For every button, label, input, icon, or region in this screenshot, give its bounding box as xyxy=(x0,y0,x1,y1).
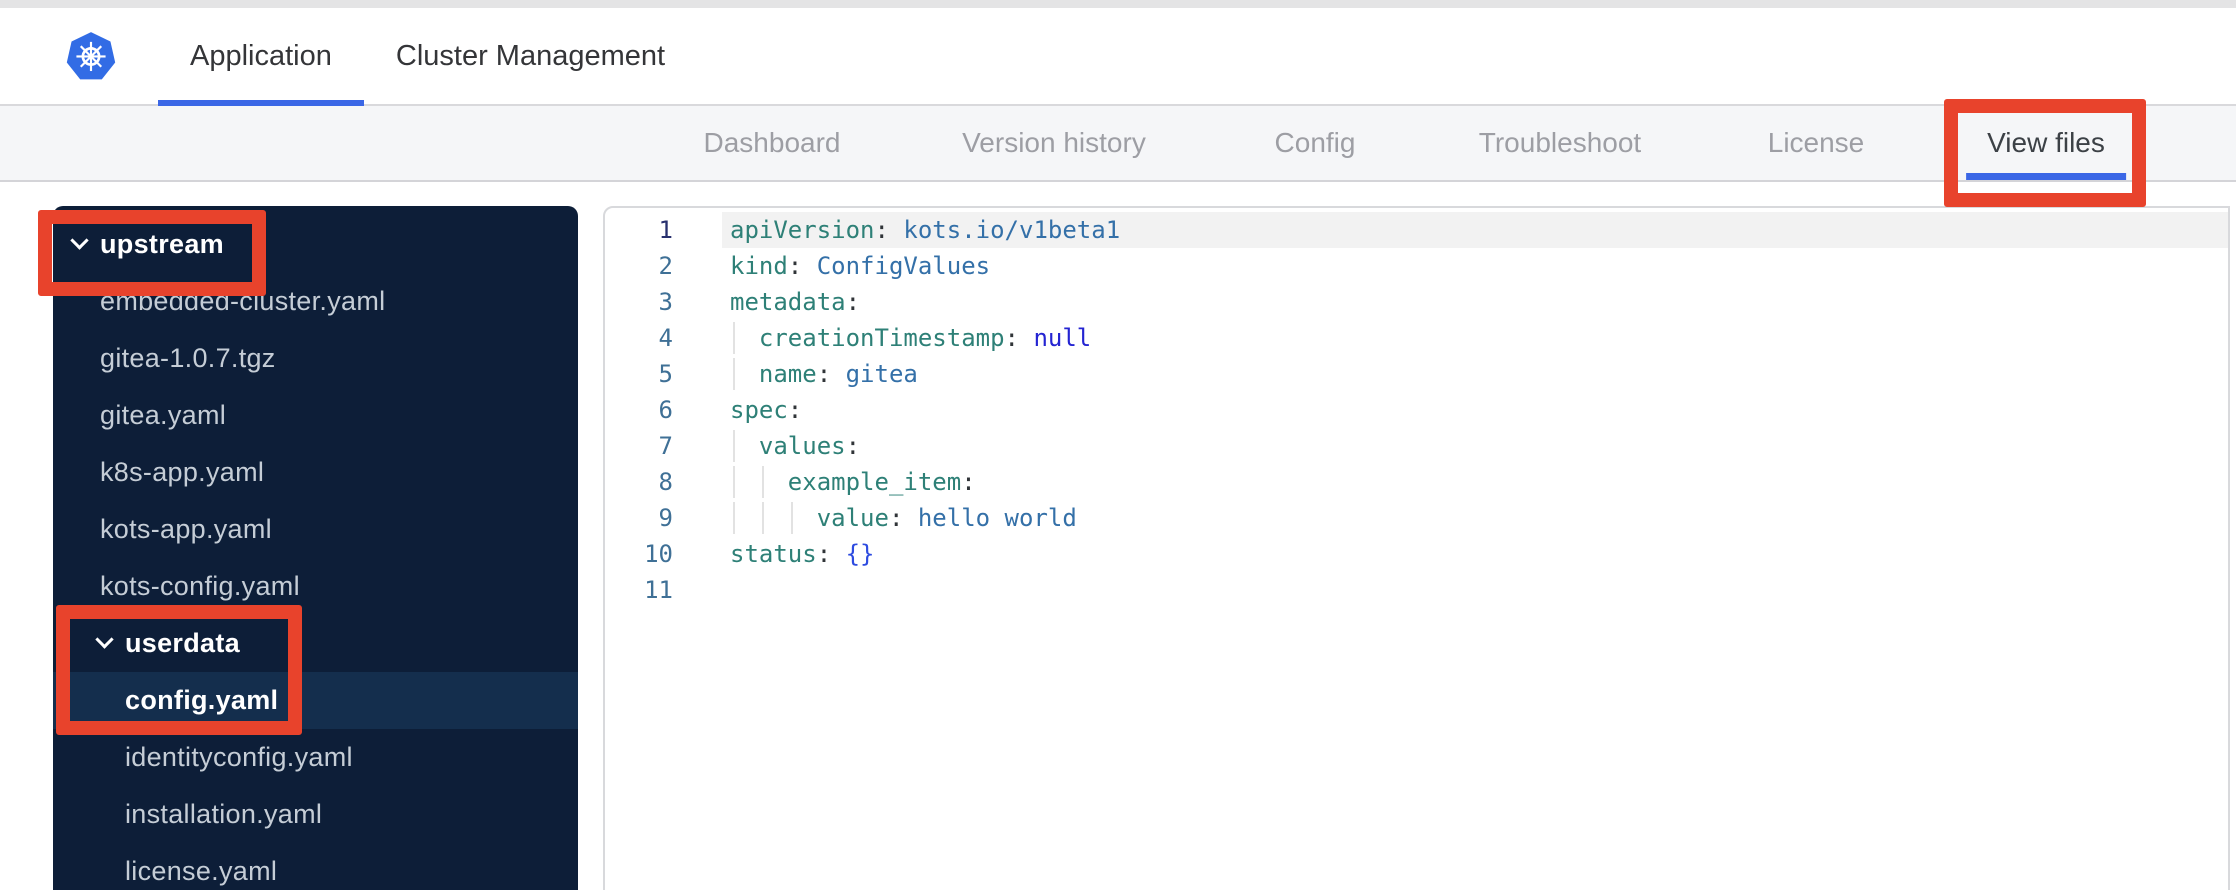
browser-chrome-edge xyxy=(0,0,2236,8)
tree-item-k8s-app-yaml[interactable]: k8s-app.yaml xyxy=(53,444,578,501)
line-number: 3 xyxy=(658,288,673,316)
file-label: identityconfig.yaml xyxy=(125,742,353,772)
file-tree: upstream embedded-cluster.yaml gitea-1.0.7… xyxy=(53,206,578,890)
folder-label: upstream xyxy=(100,229,224,259)
code-line: 5 name: gitea xyxy=(605,356,2228,392)
code-text: values: xyxy=(758,432,861,460)
tree-item-identityconfig-yaml[interactable]: identityconfig.yaml xyxy=(53,729,578,786)
tree-item-gitea-1-0-7-tgz[interactable]: gitea-1.0.7.tgz xyxy=(53,330,578,387)
file-label: kots-app.yaml xyxy=(100,514,272,544)
line-number: 7 xyxy=(658,432,673,460)
nav-tab-config[interactable]: Config xyxy=(1275,106,1356,180)
file-label: config.yaml xyxy=(125,685,279,715)
code-text: name: gitea xyxy=(758,360,918,388)
primary-tabs: Application Cluster Management xyxy=(158,8,697,106)
line-number: 11 xyxy=(644,576,673,604)
code-line: 7 values: xyxy=(605,428,2228,464)
tree-item-license-yaml[interactable]: license.yaml xyxy=(53,843,578,890)
code-text: creationTimestamp: null xyxy=(758,324,1092,352)
nav-tab-troubleshoot[interactable]: Troubleshoot xyxy=(1479,106,1641,180)
code-line: 11 xyxy=(605,572,2228,608)
code-line: 8 example_item: xyxy=(605,464,2228,500)
tab-cluster-management[interactable]: Cluster Management xyxy=(364,8,697,104)
tree-item-embedded-cluster-yaml[interactable]: embedded-cluster.yaml xyxy=(53,273,578,330)
chevron-down-icon xyxy=(95,630,114,649)
line-number: 5 xyxy=(658,360,673,388)
code-text: status: {} xyxy=(730,540,875,568)
kubernetes-logo-icon[interactable] xyxy=(64,28,118,86)
nav-tab-view-files[interactable]: View files xyxy=(1987,106,2105,180)
code-text: spec: xyxy=(730,396,803,424)
tree-item-kots-config-yaml[interactable]: kots-config.yaml xyxy=(53,558,578,615)
secondary-nav: Dashboard Version history Config Troublesho… xyxy=(0,106,2236,182)
file-label: gitea-1.0.7.tgz xyxy=(100,343,276,373)
nav-tab-license[interactable]: License xyxy=(1768,106,1865,180)
code-text: value: hello world xyxy=(816,504,1077,532)
code-line: 6 spec: xyxy=(605,392,2228,428)
code-line: 4 creationTimestamp: null xyxy=(605,320,2228,356)
code-text: kind: ConfigValues xyxy=(730,252,991,280)
code-text: example_item: xyxy=(787,468,976,496)
line-number: 8 xyxy=(658,468,673,496)
chevron-down-icon xyxy=(70,231,89,250)
code-line: 1 apiVersion: kots.io/v1beta1 xyxy=(605,212,2228,248)
file-label: gitea.yaml xyxy=(100,400,227,430)
app-header: Application Cluster Management xyxy=(0,8,2236,106)
file-label: embedded-cluster.yaml xyxy=(100,286,386,316)
code-line: 9 value: hello world xyxy=(605,500,2228,536)
tree-item-kots-app-yaml[interactable]: kots-app.yaml xyxy=(53,501,578,558)
nav-tab-version-history[interactable]: Version history xyxy=(962,106,1146,180)
line-number: 4 xyxy=(658,324,673,352)
line-number: 6 xyxy=(658,396,673,424)
code-editor[interactable]: 1 apiVersion: kots.io/v1beta1 2 kind: Confi… xyxy=(603,206,2230,890)
line-number: 2 xyxy=(658,252,673,280)
line-number: 1 xyxy=(658,216,673,244)
code-text: apiVersion: kots.io/v1beta1 xyxy=(730,216,1121,244)
tree-item-gitea-yaml[interactable]: gitea.yaml xyxy=(53,387,578,444)
line-number: 10 xyxy=(644,540,673,568)
tree-item-config-yaml[interactable]: config.yaml xyxy=(53,672,578,729)
file-label: license.yaml xyxy=(125,856,278,886)
folder-label: userdata xyxy=(125,628,240,658)
tree-item-installation-yaml[interactable]: installation.yaml xyxy=(53,786,578,843)
line-number: 9 xyxy=(658,504,673,532)
tab-application[interactable]: Application xyxy=(158,8,364,106)
tree-item-userdata[interactable]: userdata xyxy=(53,615,578,672)
code-line: 10 status: {} xyxy=(605,536,2228,572)
file-label: kots-config.yaml xyxy=(100,571,300,601)
code-text: metadata: xyxy=(730,288,861,316)
file-label: k8s-app.yaml xyxy=(100,457,265,487)
code-line: 2 kind: ConfigValues xyxy=(605,248,2228,284)
nav-tab-dashboard[interactable]: Dashboard xyxy=(704,106,841,180)
file-label: installation.yaml xyxy=(125,799,323,829)
tree-item-upstream[interactable]: upstream xyxy=(53,216,578,273)
code-line: 3 metadata: xyxy=(605,284,2228,320)
